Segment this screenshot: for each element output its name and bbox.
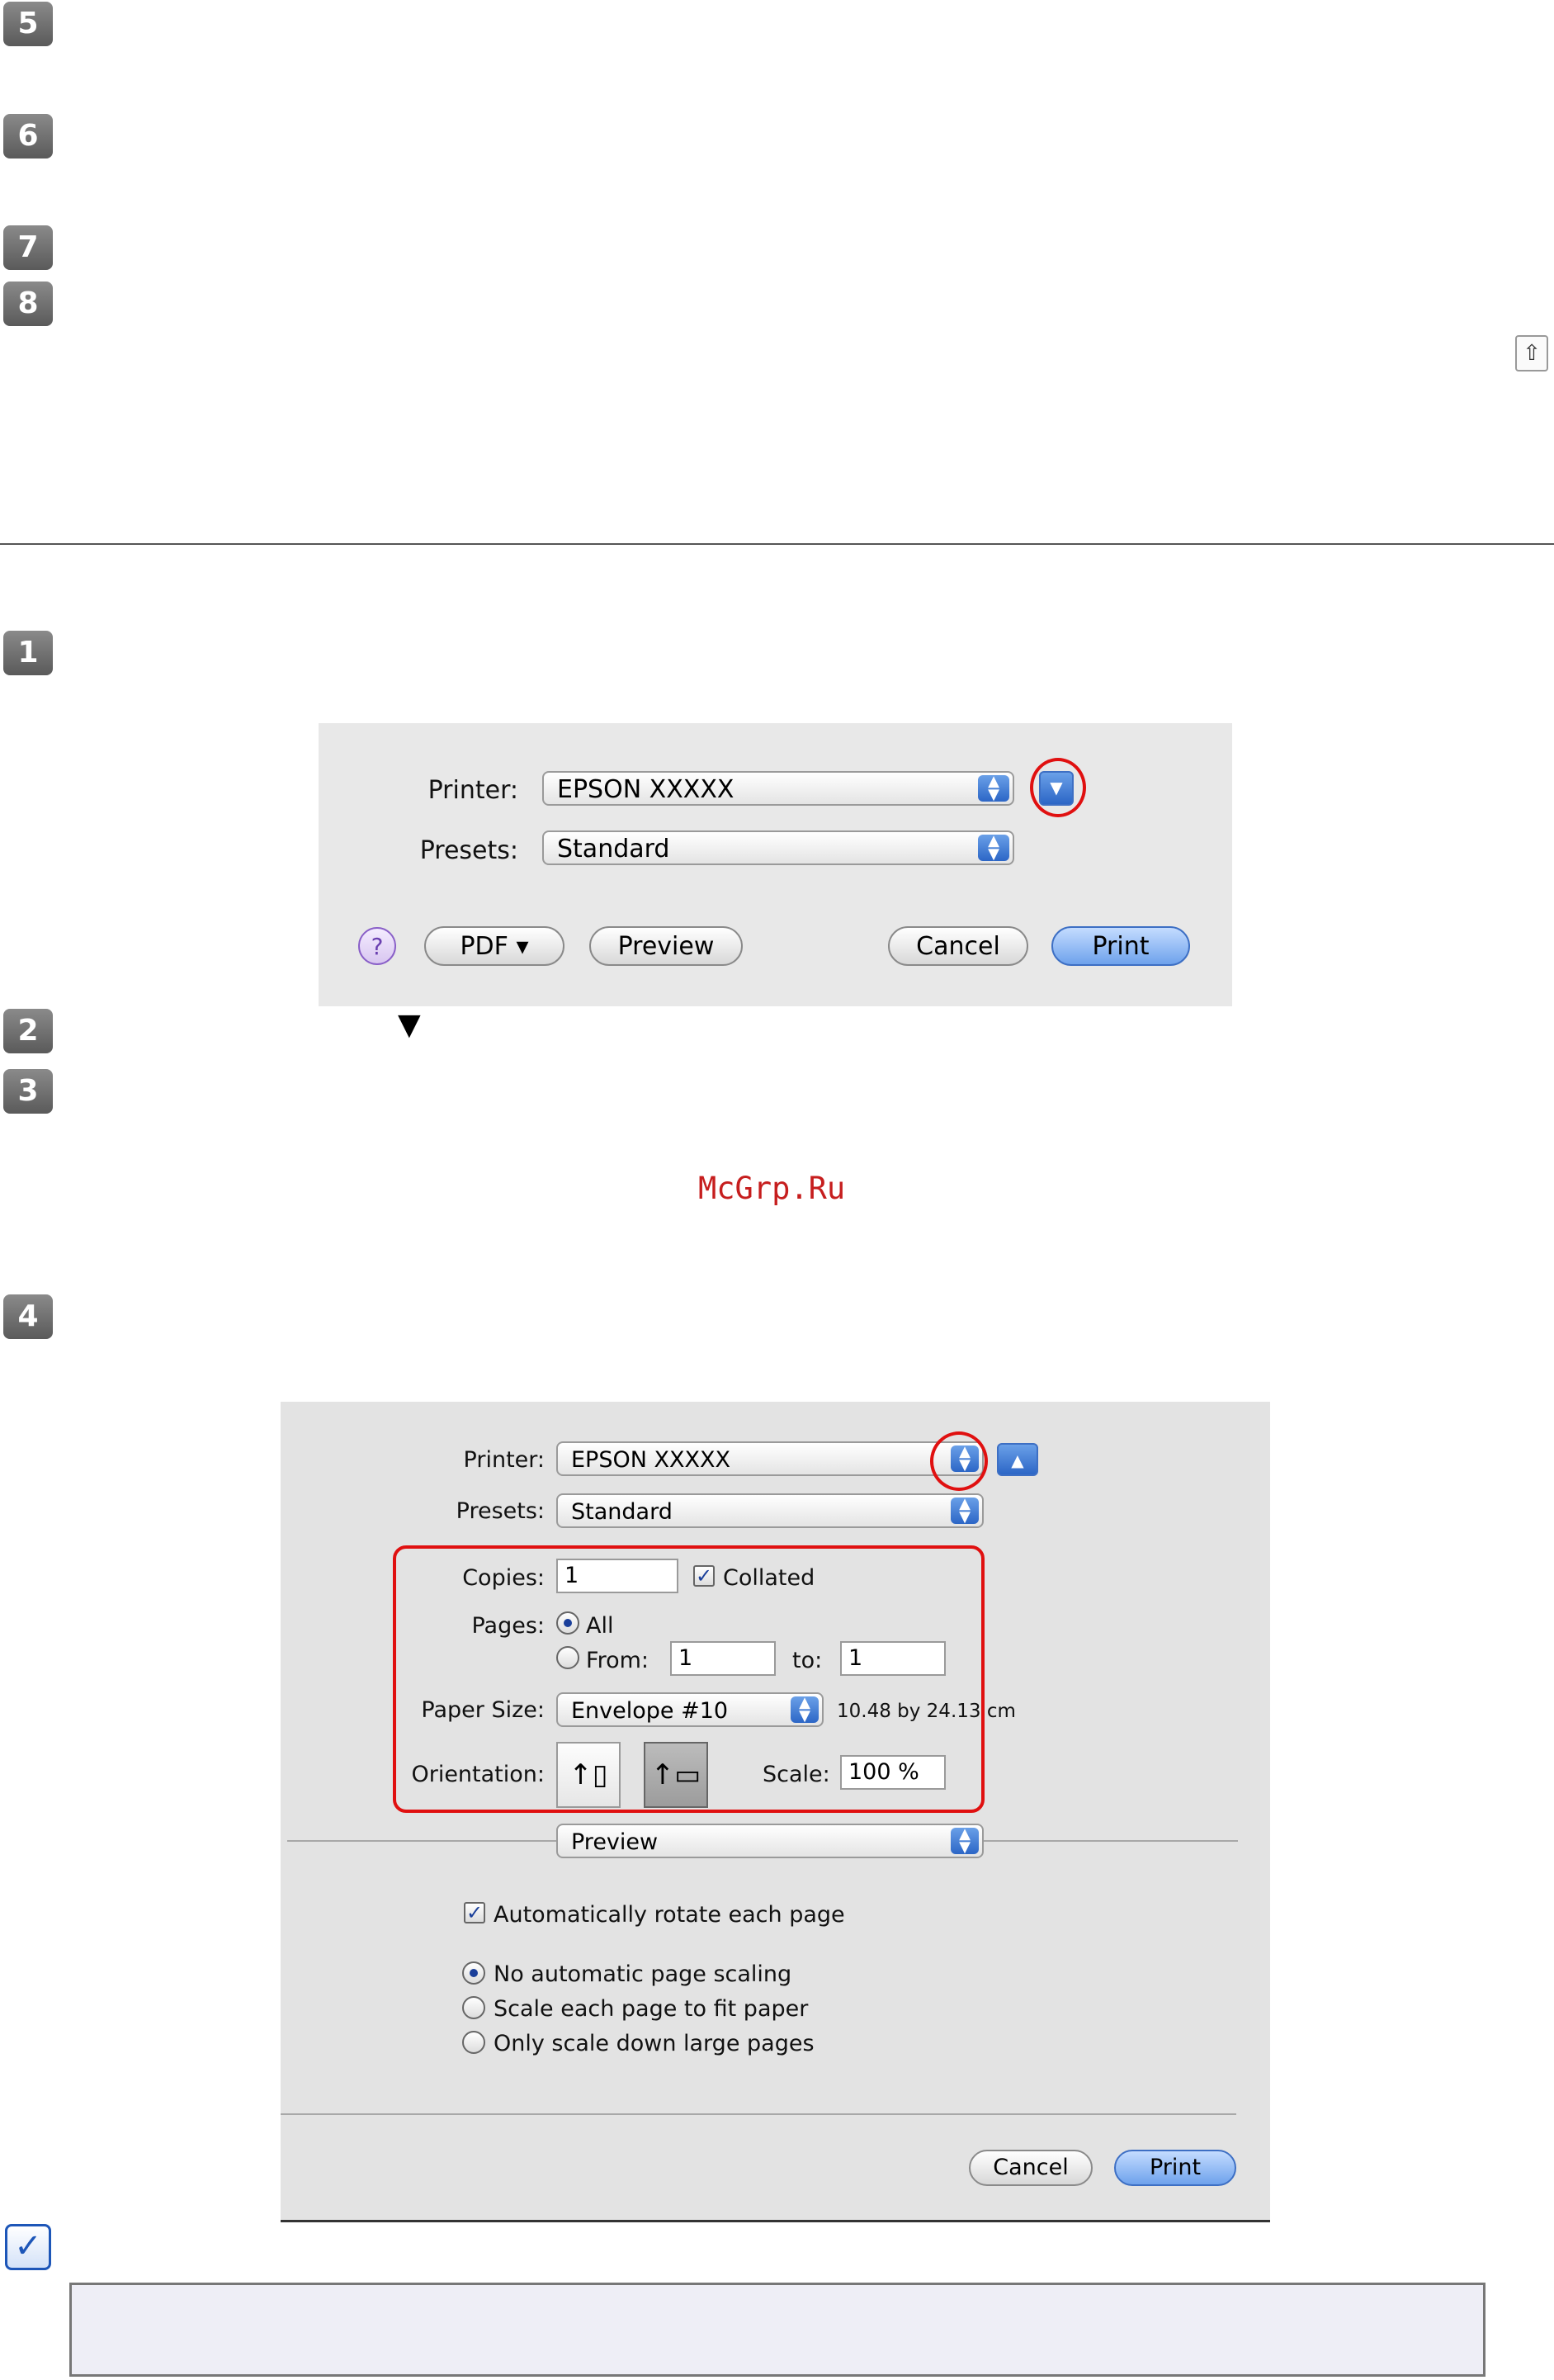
up-down-arrows-icon: ▲ ▼ [978,774,1009,802]
dialog-bottom-rule [281,2220,1270,2222]
scale-label: Scale: [763,1762,830,1787]
copies-field[interactable]: 1 [556,1559,678,1593]
back-to-top-button[interactable]: ⇧ [1515,335,1548,371]
step-badge-6: 6 [3,114,53,159]
presets-popup[interactable]: Standard ▲ ▼ [542,830,1014,865]
pdf-button[interactable]: PDF ▾ [424,926,564,966]
pages-all-radio[interactable] [556,1611,579,1635]
pages-from-radio[interactable] [556,1646,579,1669]
scale-field[interactable]: 100 % [840,1755,946,1790]
fit-paper-label: Scale each page to fit paper [494,1996,809,2022]
print-button[interactable]: Print [1114,2150,1236,2186]
orientation-label: Orientation: [411,1762,545,1787]
presets-label: Presets: [419,836,518,865]
scale-down-radio[interactable] [462,2031,485,2054]
copies-label: Copies: [462,1565,545,1591]
note-box [69,2283,1486,2377]
to-field[interactable]: 1 [840,1641,946,1676]
preview-button[interactable]: Preview [589,926,743,966]
up-down-arrows-icon: ▲ ▼ [791,1696,819,1724]
collated-checkbox[interactable]: ✓ [693,1565,715,1587]
landscape-orientation-button[interactable]: ↑▭ [644,1742,708,1808]
no-scaling-label: No automatic page scaling [494,1961,792,1987]
printer-popup[interactable]: EPSON XXXXX ▲ ▼ [542,771,1014,806]
question-icon: ? [371,933,384,960]
step-badge-7: 7 [3,225,53,270]
step-badge-3: 3 [3,1069,53,1114]
printer-value: EPSON XXXXX [571,1447,730,1473]
paper-size-popup[interactable]: Envelope #10 ▲ ▼ [556,1692,824,1727]
watermark: McGrp.Ru [698,1171,846,1206]
presets-value: Standard [571,1499,673,1525]
paper-size-label: Paper Size: [421,1697,545,1723]
printer-popup[interactable]: EPSON XXXXX ▲ ▼ [556,1441,984,1476]
printer-label: Printer: [427,776,518,805]
scale-down-label: Only scale down large pages [494,2031,815,2056]
pages-label: Pages: [471,1613,545,1639]
up-down-arrows-icon: ▲ ▼ [978,834,1009,862]
print-dialog-collapsed: Printer: EPSON XXXXX ▲ ▼ ▼ Presets: Stand… [319,723,1232,1006]
cancel-button[interactable]: Cancel [888,926,1028,966]
step-badge-1: 1 [3,631,53,675]
printer-value: EPSON XXXXX [557,775,734,804]
collated-label: Collated [723,1565,815,1591]
printer-label: Printer: [463,1447,545,1473]
portrait-icon: ↑▯ [569,1758,608,1791]
section-popup[interactable]: Preview ▲ ▼ [556,1824,984,1858]
to-label: to: [792,1648,823,1673]
disclosure-triangle-icon: ▼ [398,1008,421,1042]
auto-rotate-checkbox[interactable]: ✓ [464,1902,485,1923]
portrait-orientation-button[interactable]: ↑▯ [556,1742,621,1808]
print-dialog-expanded: Printer: EPSON XXXXX ▲ ▼ ▲ Presets: Stand… [281,1402,1270,2221]
presets-popup[interactable]: Standard ▲ ▼ [556,1493,984,1528]
step-badge-8: 8 [3,282,53,326]
step-badge-5: 5 [3,2,53,46]
cancel-button[interactable]: Cancel [969,2150,1093,2186]
step-badge-4: 4 [3,1294,53,1339]
presets-value: Standard [557,835,670,864]
up-arrow-icon: ⇧ [1523,341,1541,366]
checkmark-note-icon: ✓ [5,2224,51,2270]
print-button[interactable]: Print [1051,926,1190,966]
up-down-arrows-icon: ▲ ▼ [951,1497,979,1525]
highlight-circle [1030,758,1086,817]
up-triangle-icon: ▲ [1011,1450,1024,1470]
landscape-icon: ↑▭ [650,1758,701,1791]
section-value: Preview [571,1829,659,1855]
fit-paper-radio[interactable] [462,1996,485,2019]
pages-from-label: From: [586,1648,649,1673]
paper-size-value: Envelope #10 [571,1698,729,1724]
up-down-arrows-icon: ▲ ▼ [951,1827,979,1855]
presets-label: Presets: [456,1498,545,1524]
paper-dimensions: 10.48 by 24.13 cm [837,1701,1016,1722]
highlight-circle [930,1431,988,1491]
help-button[interactable]: ? [358,927,396,965]
auto-rotate-label: Automatically rotate each page [494,1902,845,1928]
bottom-separator [281,2113,1236,2115]
from-field[interactable]: 1 [670,1641,776,1676]
step-badge-2: 2 [3,1009,53,1053]
collapse-dialog-button[interactable]: ▲ [997,1443,1038,1476]
pages-all-label: All [586,1613,614,1639]
section-divider [0,543,1554,545]
no-scaling-radio[interactable] [462,1961,485,1985]
